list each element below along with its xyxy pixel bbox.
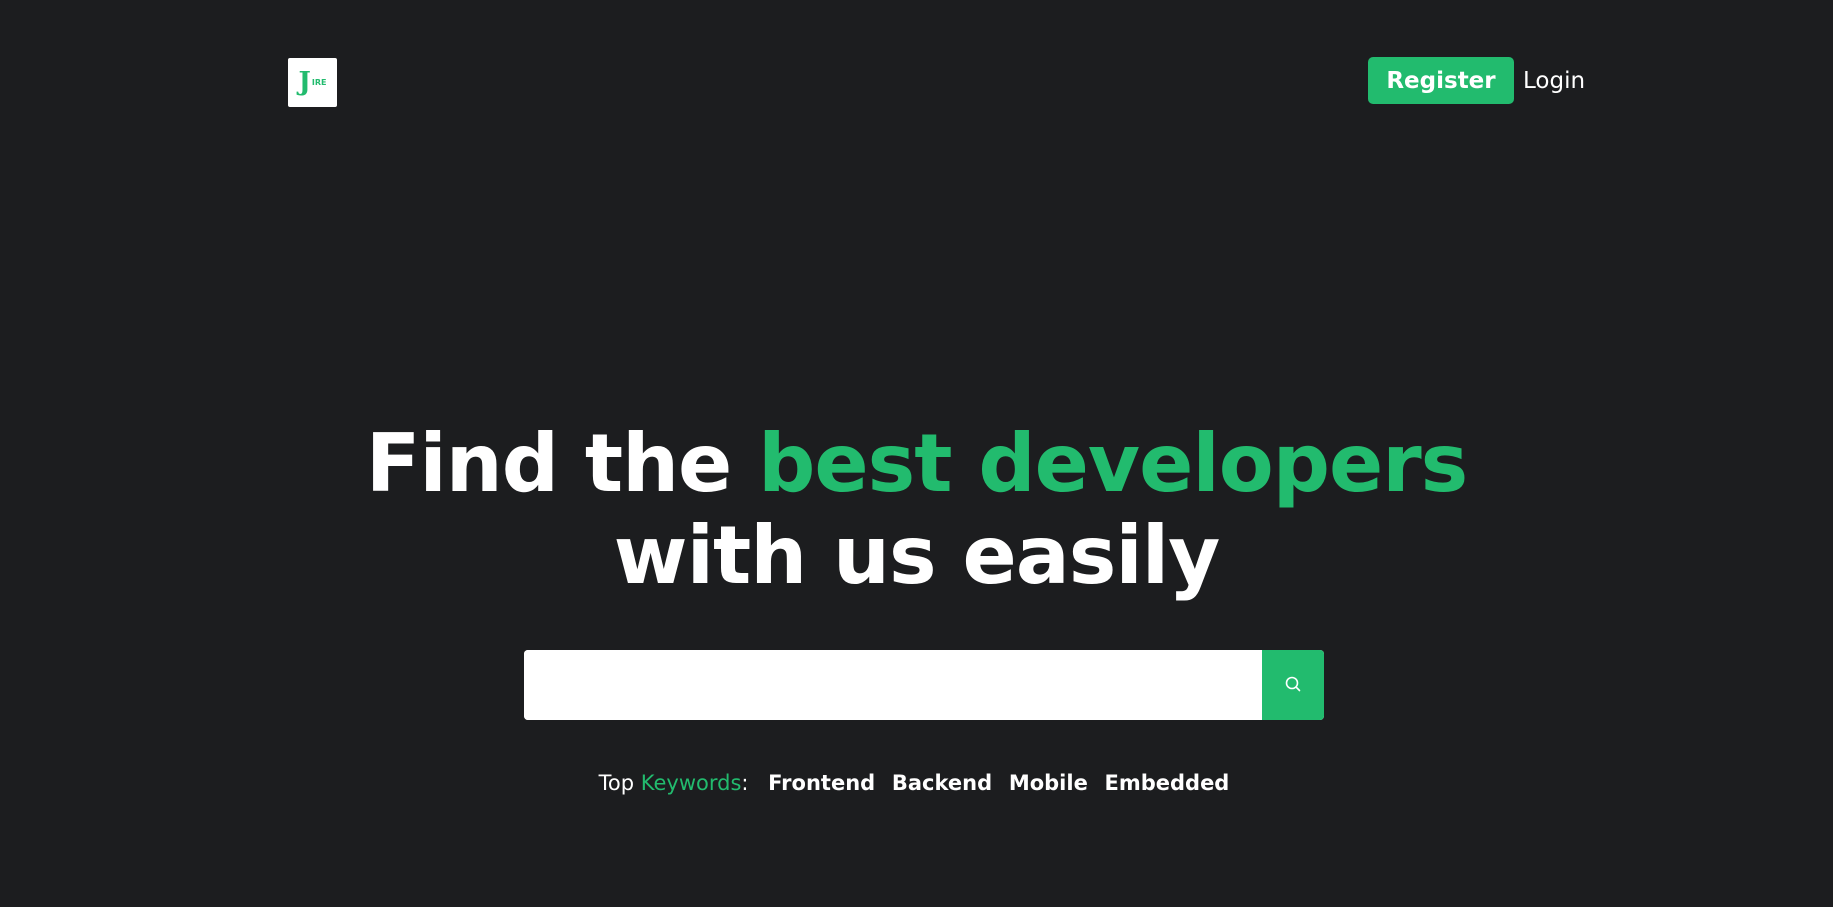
search-bar [524, 650, 1324, 720]
logo-mark: J IRE [298, 66, 327, 97]
hero-title: Find the best developers with us easily [0, 418, 1833, 602]
keyword-mobile[interactable]: Mobile [1009, 771, 1088, 795]
top-keywords: Top Keywords: Frontend Backend Mobile Em… [0, 771, 1833, 795]
register-button[interactable]: Register [1368, 57, 1514, 104]
keywords-prefix: Top [598, 771, 641, 795]
logo-letter-j: J [298, 66, 311, 97]
logo-letters: IRE [311, 77, 327, 87]
search-input[interactable] [524, 650, 1262, 720]
hero-title-line2: with us easily [613, 509, 1221, 602]
login-link[interactable]: Login [1523, 57, 1585, 104]
keyword-backend[interactable]: Backend [892, 771, 992, 795]
search-icon [1284, 675, 1302, 696]
search-button[interactable] [1262, 650, 1324, 720]
hero-title-accent: best developers [758, 417, 1468, 510]
hero-title-plain: Find the [365, 417, 759, 510]
keywords-colon: : [741, 771, 749, 795]
keywords-label: Keywords [640, 771, 742, 795]
keyword-embedded[interactable]: Embedded [1105, 771, 1230, 795]
logo[interactable]: J IRE [288, 58, 337, 107]
landing-page: J IRE Register Login Find the best devel… [0, 0, 1833, 907]
keyword-frontend[interactable]: Frontend [768, 771, 875, 795]
